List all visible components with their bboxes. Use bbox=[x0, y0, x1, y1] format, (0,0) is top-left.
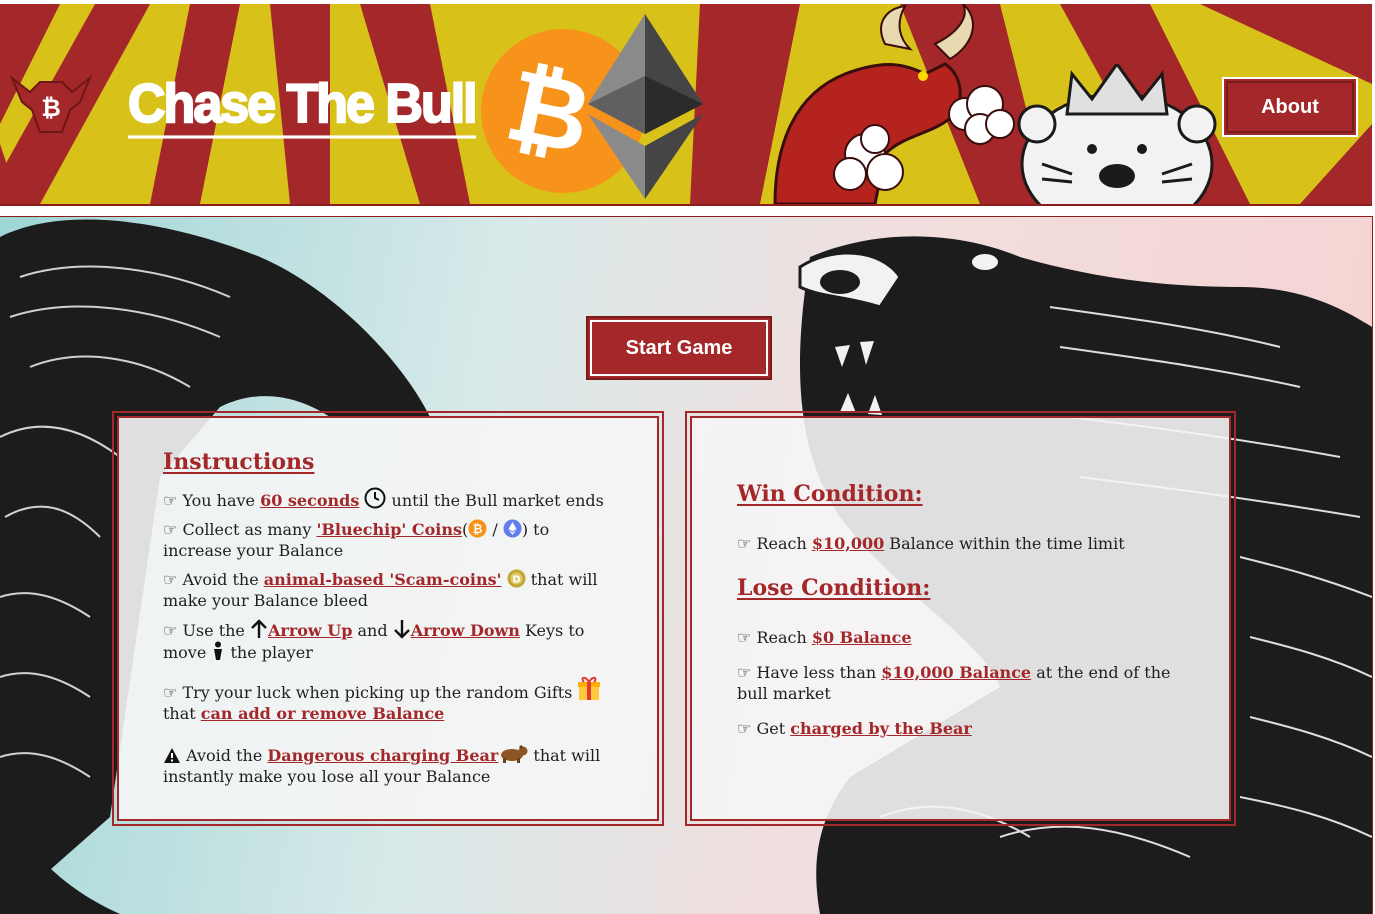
instruction-text: until the Bull market ends bbox=[391, 491, 604, 510]
main-content: Start Game Instructions ☞ You have 60 se… bbox=[0, 216, 1373, 914]
instruction-text: You have bbox=[182, 491, 261, 510]
arrow-down-icon bbox=[393, 620, 410, 639]
site-header: ₿ Chase The Bull ₿ About bbox=[0, 4, 1372, 206]
instruction-item-controls: ☞ Use the Arrow Up and Arrow Down Keys t… bbox=[163, 619, 613, 663]
svg-text:₿: ₿ bbox=[473, 522, 483, 536]
pointing-hand-icon: ☞ bbox=[163, 570, 178, 589]
instruction-item-bear: Avoid the Dangerous charging Bear that w… bbox=[163, 742, 613, 787]
instruction-text: Collect as many bbox=[182, 520, 317, 539]
lose-condition-title: Lose Condition: bbox=[737, 575, 931, 601]
arrow-up-highlight: Arrow Up bbox=[267, 621, 353, 640]
win-condition-item: ☞ Reach $10,000 Balance within the time … bbox=[737, 533, 1184, 554]
about-button[interactable]: About bbox=[1222, 77, 1358, 137]
pointing-hand-icon: ☞ bbox=[163, 621, 178, 640]
lose-condition-item: ☞ Get charged by the Bear bbox=[737, 718, 1184, 739]
charged-by-bear-highlight: charged by the Bear bbox=[790, 719, 972, 738]
conditions-panel: Win Condition: ☞ Reach $10,000 Balance w… bbox=[685, 411, 1236, 826]
clock-icon bbox=[364, 487, 386, 509]
brand-title[interactable]: Chase The Bull bbox=[127, 72, 479, 139]
time-limit-highlight: 60 seconds bbox=[260, 491, 360, 510]
instruction-text: that bbox=[163, 704, 201, 723]
player-icon bbox=[214, 641, 223, 660]
instruction-text: Avoid the bbox=[186, 746, 268, 765]
svg-text:D: D bbox=[512, 575, 520, 586]
pointing-hand-icon: ☞ bbox=[737, 719, 752, 738]
instruction-item-time: ☞ You have 60 seconds until the Bull mar… bbox=[163, 487, 613, 511]
instruction-text: Avoid the bbox=[182, 570, 264, 589]
lose-condition-item: ☞ Have less than $10,000 Balance at the … bbox=[737, 662, 1184, 704]
charging-bull-illustration bbox=[773, 4, 1015, 204]
condition-text: Get bbox=[756, 719, 791, 738]
pointing-hand-icon: ☞ bbox=[737, 534, 752, 553]
arrow-down-highlight: Arrow Down bbox=[410, 621, 520, 640]
ethereum-icon bbox=[503, 519, 522, 538]
zero-balance-highlight: $0 Balance bbox=[811, 628, 912, 647]
win-condition-title: Win Condition: bbox=[737, 481, 923, 507]
bluechip-coins-highlight: 'Bluechip' Coins bbox=[316, 520, 463, 539]
bear-icon bbox=[501, 745, 528, 763]
instructions-title: Instructions bbox=[163, 449, 315, 475]
instruction-text: and bbox=[352, 621, 393, 640]
crowned-bear-illustration bbox=[1017, 64, 1217, 204]
bull-bitcoin-logo-icon[interactable]: ₿ bbox=[10, 70, 92, 140]
win-target-highlight: $10,000 bbox=[811, 534, 885, 553]
gift-icon bbox=[578, 676, 601, 700]
dogecoin-icon: D bbox=[507, 569, 526, 588]
instructions-panel: Instructions ☞ You have 60 seconds until… bbox=[112, 411, 664, 826]
arrow-up-icon bbox=[251, 619, 267, 638]
instruction-text: the player bbox=[225, 643, 313, 662]
insufficient-balance-highlight: $10,000 Balance bbox=[881, 663, 1032, 682]
charging-bear-highlight: Dangerous charging Bear bbox=[267, 746, 499, 765]
instruction-text: Try your luck when picking up the random… bbox=[182, 683, 578, 702]
pointing-hand-icon: ☞ bbox=[163, 491, 178, 510]
pointing-hand-icon: ☞ bbox=[737, 663, 752, 682]
scam-coins-highlight: animal-based 'Scam-coins' bbox=[263, 570, 502, 589]
instruction-item-gifts: ☞ Try your luck when picking up the rand… bbox=[163, 675, 613, 724]
warning-icon bbox=[164, 748, 180, 763]
condition-text: Have less than bbox=[756, 663, 882, 682]
instruction-item-avoid-scam: ☞ Avoid the animal-based 'Scam-coins' D … bbox=[163, 569, 613, 611]
ethereum-logo-icon bbox=[588, 14, 703, 199]
instruction-item-collect: ☞ Collect as many 'Bluechip' Coins(₿ / )… bbox=[163, 519, 613, 561]
lose-condition-item: ☞ Reach $0 Balance bbox=[737, 627, 1184, 648]
pointing-hand-icon: ☞ bbox=[163, 520, 178, 539]
pointing-hand-icon: ☞ bbox=[737, 628, 752, 647]
instruction-text: / bbox=[487, 520, 503, 539]
instruction-text: Use the bbox=[182, 621, 250, 640]
condition-text: Reach bbox=[756, 534, 812, 553]
svg-text:₿: ₿ bbox=[41, 94, 61, 122]
condition-text: Reach bbox=[756, 628, 812, 647]
start-game-button[interactable]: Start Game bbox=[586, 316, 772, 380]
gift-effect-highlight: can add or remove Balance bbox=[200, 704, 445, 723]
pointing-hand-icon: ☞ bbox=[163, 683, 178, 702]
condition-text: Balance within the time limit bbox=[884, 534, 1125, 553]
bitcoin-icon: ₿ bbox=[468, 519, 487, 538]
